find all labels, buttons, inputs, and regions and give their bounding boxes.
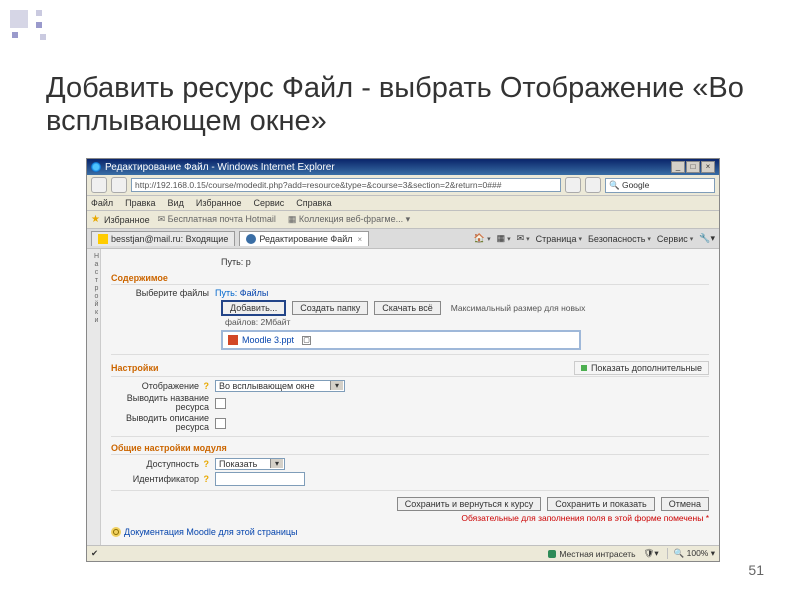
mandatory-note: Обязательные для заполнения поля в этой …	[111, 513, 709, 523]
menu-favorites[interactable]: Избранное	[196, 198, 242, 208]
moodle-doc-icon	[111, 527, 121, 537]
close-button[interactable]: ×	[701, 161, 715, 173]
legend-common: Общие настройки модуля	[111, 443, 709, 455]
stop-button[interactable]	[585, 177, 601, 193]
slide-number: 51	[748, 562, 764, 578]
create-folder-button[interactable]: Создать папку	[292, 301, 368, 315]
idnum-input[interactable]	[215, 472, 305, 486]
minimize-button[interactable]: _	[671, 161, 685, 173]
tab-bar: besstjan@mail.ru: Входящие Редактировани…	[87, 229, 719, 249]
tab-tools: 🏠 ▦ ✉ Страница Безопасность Сервис 🔧▾	[474, 233, 715, 244]
home-button[interactable]: 🏠	[474, 233, 491, 244]
favorites-bar: ★ Избранное ✉ Бесплатная почта Hotmail ▦…	[87, 211, 719, 229]
cancel-button[interactable]: Отмена	[661, 497, 709, 511]
maxsize-note-2: файлов: 2Мбайт	[225, 317, 709, 327]
download-all-button[interactable]: Скачать всё	[374, 301, 440, 315]
ie-icon	[91, 162, 101, 172]
window-title: Редактирование Файл - Windows Internet E…	[105, 162, 335, 173]
feeds-button[interactable]: ▦	[497, 233, 511, 244]
tab-mail[interactable]: besstjan@mail.ru: Входящие	[91, 231, 235, 246]
titlebar: Редактирование Файл - Windows Internet E…	[87, 159, 719, 175]
help-icon[interactable]: ?	[204, 381, 210, 391]
zoom-level[interactable]: 🔍 100% ▾	[667, 548, 715, 559]
show-more-button[interactable]: Показать дополнительные	[574, 361, 709, 375]
help-icon-3[interactable]: ?	[204, 474, 210, 484]
moodle-form: Путь: p Содержимое Выберите файлы Путь: …	[101, 249, 719, 545]
menu-help[interactable]: Справка	[296, 198, 331, 208]
visible-select[interactable]: Показать	[215, 458, 285, 470]
menu-view[interactable]: Вид	[168, 198, 184, 208]
address-bar: http://192.168.0.15/course/modedit.php?a…	[87, 175, 719, 196]
display-select[interactable]: Во всплывающем окне	[215, 380, 345, 392]
security-zone[interactable]: Местная интрасеть	[548, 549, 635, 559]
safety-menu[interactable]: Безопасность	[588, 233, 651, 244]
favorites-star-icon[interactable]: ★	[91, 214, 100, 225]
name-label: Путь:	[221, 257, 243, 267]
service-menu[interactable]: Сервис	[657, 233, 693, 244]
show-name-checkbox[interactable]	[215, 398, 226, 409]
back-button[interactable]	[91, 177, 107, 193]
show-desc-label: Выводить описание ресурса	[111, 414, 215, 432]
maximize-button[interactable]: □	[686, 161, 700, 173]
fav-item-hotmail[interactable]: ✉ Бесплатная почта Hotmail	[154, 213, 280, 226]
legend-settings: Настройки	[111, 363, 158, 373]
status-done-icon: ✔	[91, 548, 98, 559]
protected-mode-icon[interactable]: 🛡▾	[644, 548, 659, 559]
tab-mail-icon	[98, 234, 108, 244]
browser-window: Редактирование Файл - Windows Internet E…	[86, 158, 720, 562]
slide-title: Добавить ресурс Файл - выбрать Отображен…	[46, 72, 770, 139]
menu-tools[interactable]: Сервис	[253, 198, 284, 208]
page-menu[interactable]: Страница	[536, 233, 582, 244]
file-list: Moodle 3.ppt ▢	[221, 330, 581, 350]
add-file-button[interactable]: Добавить...	[221, 300, 286, 316]
favorites-label[interactable]: Избранное	[104, 215, 150, 225]
page-content: Настройки Путь: p Содержимое Выберите фа…	[87, 249, 719, 545]
display-label: Отображение ?	[111, 381, 215, 391]
idnum-label: Идентификатор ?	[111, 474, 215, 484]
maxsize-note: Максимальный размер для новых	[451, 303, 586, 313]
save-return-button[interactable]: Сохранить и вернуться к курсу	[397, 497, 541, 511]
save-show-button[interactable]: Сохранить и показать	[547, 497, 654, 511]
url-field[interactable]: http://192.168.0.15/course/modedit.php?a…	[131, 178, 561, 192]
status-bar: ✔ Местная интрасеть 🛡▾ 🔍 100% ▾	[87, 545, 719, 561]
mail-button[interactable]: ✉	[517, 233, 530, 244]
menu-file[interactable]: Файл	[91, 198, 113, 208]
help-icon-2[interactable]: ?	[204, 459, 210, 469]
path-prefix: Путь:	[215, 288, 237, 298]
file-delete-icon[interactable]: ▢	[302, 336, 311, 345]
show-name-label: Выводить название ресурса	[111, 394, 215, 412]
legend-content: Содержимое	[111, 273, 709, 285]
tools-button[interactable]: 🔧▾	[699, 233, 715, 244]
fav-item-gallery[interactable]: ▦ Коллекция веб-фрагме... ▾	[284, 213, 414, 226]
menu-edit[interactable]: Правка	[125, 198, 155, 208]
file-link[interactable]: Moodle 3.ppt	[242, 335, 294, 345]
moodle-doc-link[interactable]: Документация Moodle для этой страницы	[124, 527, 297, 537]
bullet-icon	[581, 365, 587, 371]
zone-icon	[548, 550, 556, 558]
tab-close-icon[interactable]: ×	[358, 235, 363, 244]
visible-label: Доступность ?	[111, 459, 215, 469]
refresh-button[interactable]	[565, 177, 581, 193]
sidebar-settings-tab[interactable]: Настройки	[87, 249, 101, 545]
path-files-link[interactable]: Файлы	[240, 288, 269, 298]
forward-button[interactable]	[111, 177, 127, 193]
tab-moodle-icon	[246, 234, 256, 244]
name-value: p	[246, 257, 251, 267]
show-desc-checkbox[interactable]	[215, 418, 226, 429]
menu-bar: Файл Правка Вид Избранное Сервис Справка	[87, 196, 719, 211]
search-field[interactable]: 🔍 Google	[605, 178, 715, 193]
choose-files-label: Выберите файлы	[111, 288, 215, 298]
ppt-icon	[228, 335, 238, 345]
tab-moodle[interactable]: Редактирование Файл ×	[239, 231, 369, 246]
